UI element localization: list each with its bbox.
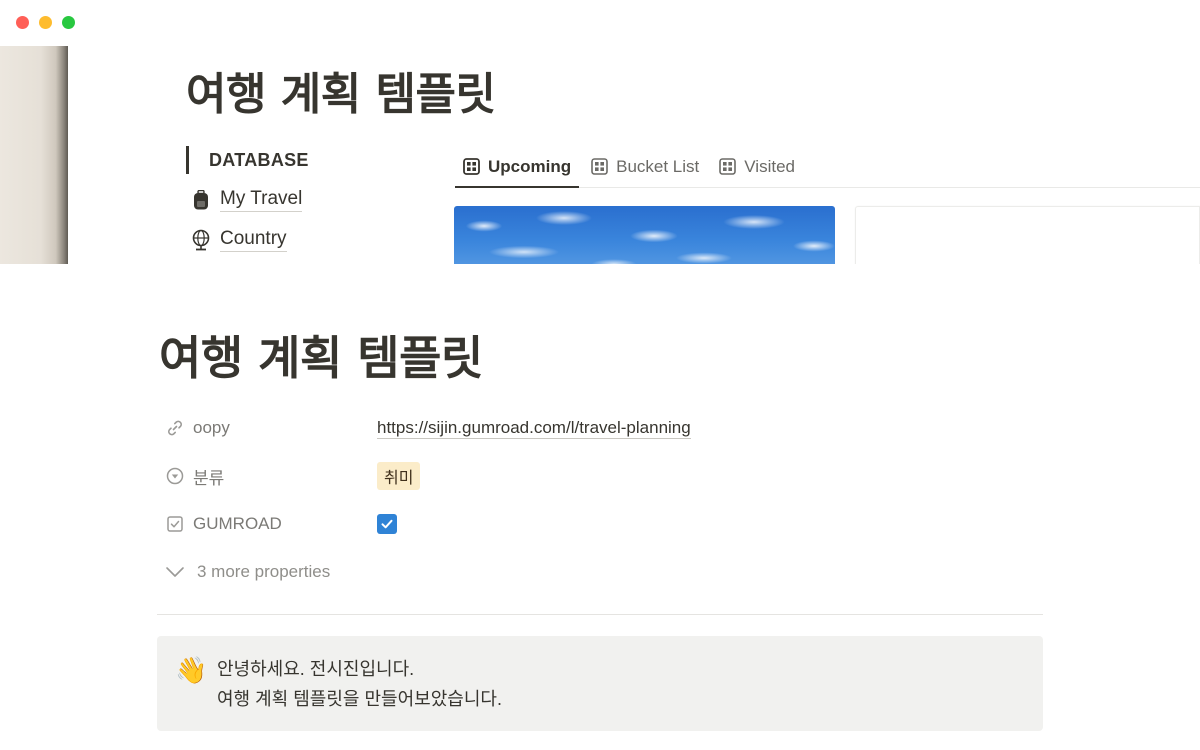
tab-visited[interactable]: Visited [711,146,803,187]
checkmark-icon [381,519,393,529]
property-category: 분류 취미 [157,452,1043,500]
tab-bucket-list[interactable]: Bucket List [583,146,707,187]
property-value[interactable]: 취미 [377,462,421,490]
window-controls [16,16,75,29]
database-link-country[interactable]: Country [186,226,309,254]
gallery-icon [463,158,480,175]
chevron-down-icon [165,566,185,578]
property-oopy: oopy https://sijin.gumroad.com/l/travel-… [157,404,1043,452]
link-icon [165,418,185,438]
select-icon [165,466,185,486]
database-heading-text: DATABASE [209,149,309,170]
globe-icon [190,229,212,251]
zoom-window-button[interactable] [62,16,75,29]
callout-text: 안녕하세요. 전시진입니다. 여행 계획 템플릿을 만들어보았습니다. [217,654,502,713]
tab-label: Upcoming [488,156,572,176]
template-preview: 여행 계획 템플릿 DATABASE My Travel Country Upc… [0,46,1200,264]
tab-upcoming[interactable]: Upcoming [455,146,580,188]
property-label: 분류 [193,468,225,488]
page-title[interactable]: 여행 계획 템플릿 [159,322,483,388]
more-properties-label: 3 more properties [197,562,331,581]
gallery-icon [591,158,608,175]
gallery-icon [719,158,737,175]
database-heading: DATABASE [186,146,309,174]
gallery-card-sky-image[interactable] [454,206,835,264]
property-label: oopy [193,418,230,437]
checkbox-icon [165,514,185,534]
url-link[interactable]: https://sijin.gumroad.com/l/travel-plann… [377,418,691,439]
property-gumroad: GUMROAD [157,500,1043,548]
property-name[interactable]: GUMROAD [157,514,377,534]
divider [157,614,1043,615]
property-name[interactable]: 분류 [157,464,377,489]
category-tag[interactable]: 취미 [377,462,421,490]
view-tabs: Upcoming Bucket List Visited [455,146,1200,188]
database-link-label: My Travel [220,188,303,212]
database-link-label: Country [220,228,287,252]
preview-title: 여행 계획 템플릿 [186,69,496,120]
backpack-icon [190,189,212,211]
database-link-my-travel[interactable]: My Travel [186,186,309,214]
callout-line: 여행 계획 템플릿을 만들어보았습니다. [217,689,502,709]
property-value [377,514,397,534]
waving-hand-icon[interactable]: 👋 [175,654,207,713]
callout-block[interactable]: 👋 안녕하세요. 전시진입니다. 여행 계획 템플릿을 만들어보았습니다. [157,636,1043,731]
property-label: GUMROAD [193,514,282,533]
tab-label: Bucket List [616,156,700,176]
gallery-card[interactable] [855,206,1200,264]
property-name[interactable]: oopy [157,418,377,438]
tab-label: Visited [744,156,795,176]
cover-image [0,46,68,264]
properties-panel: oopy https://sijin.gumroad.com/l/travel-… [157,404,1043,596]
database-nav: DATABASE My Travel Country [186,146,309,254]
property-value[interactable]: https://sijin.gumroad.com/l/travel-plann… [377,418,691,439]
quote-bar [186,146,189,174]
close-window-button[interactable] [16,16,29,29]
more-properties-toggle[interactable]: 3 more properties [157,548,1043,596]
gumroad-checkbox[interactable] [377,514,397,534]
minimize-window-button[interactable] [39,16,52,29]
callout-line: 안녕하세요. 전시진입니다. [217,659,415,679]
